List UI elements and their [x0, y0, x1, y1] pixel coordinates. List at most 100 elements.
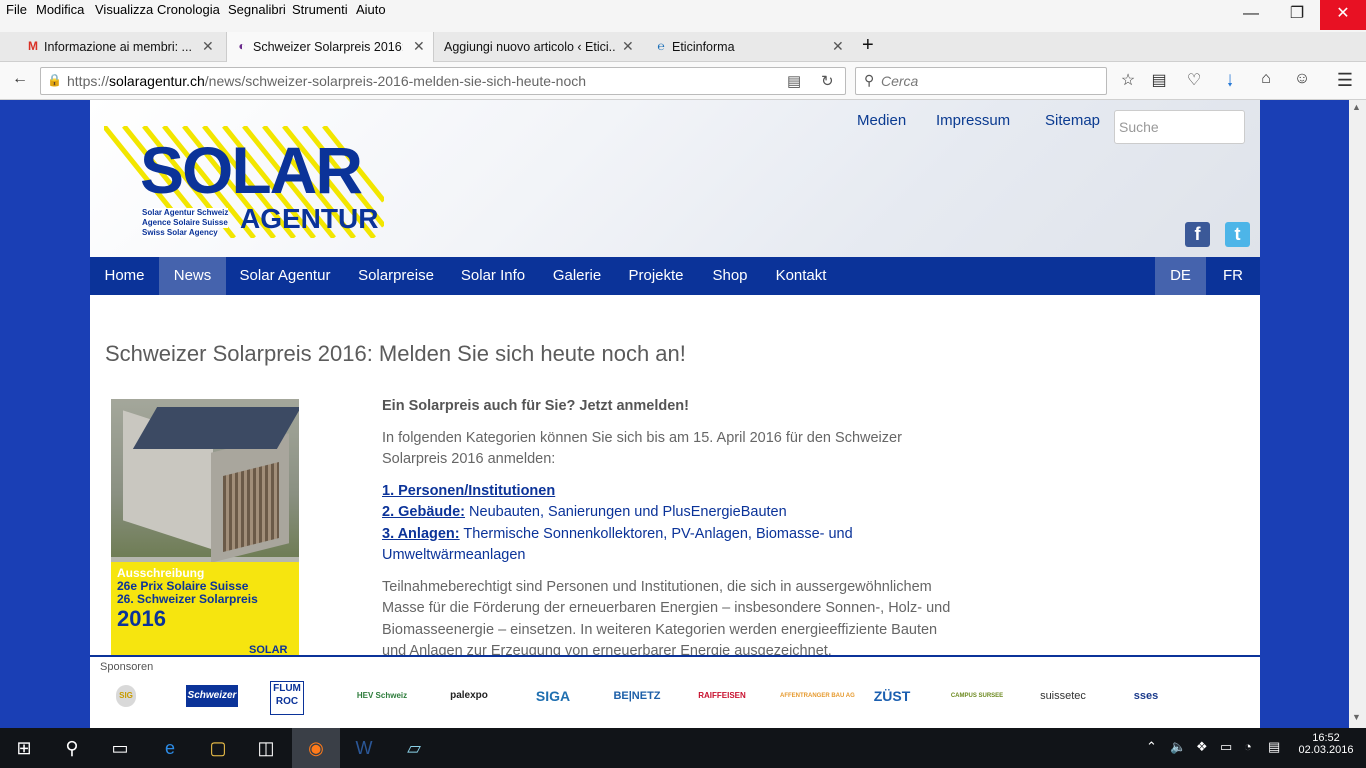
link-medien[interactable]: Medien: [857, 112, 906, 129]
dropbox-icon[interactable]: ❖: [1196, 739, 1208, 755]
sponsor-logo[interactable]: ZÜST: [864, 685, 920, 707]
scroll-down-icon[interactable]: ▼: [1352, 712, 1361, 722]
link-impressum[interactable]: Impressum: [936, 112, 1010, 129]
tab-gmail[interactable]: M Informazione ai membri: ... ✕: [18, 32, 224, 62]
menu-segnalibri[interactable]: Segnalibri: [228, 2, 286, 17]
vertical-scrollbar[interactable]: ▲ ▼: [1349, 100, 1366, 728]
tab-close-icon[interactable]: ✕: [413, 38, 425, 55]
hamburger-menu-icon[interactable]: ☰: [1334, 70, 1356, 91]
category-link-1[interactable]: 1. Personen/Institutionen: [382, 483, 555, 499]
sponsor-logo[interactable]: Schweizer: [186, 685, 238, 707]
site-header: SOLAR AGENTUR Solar Agentur Schweiz Agen…: [90, 100, 1260, 257]
tab-close-icon[interactable]: ✕: [202, 38, 214, 55]
wifi-icon[interactable]: ◔: [1244, 739, 1252, 754]
nav-kontakt[interactable]: Kontakt: [764, 257, 838, 295]
article-body: Ein Solarpreis auch für Sie? Jetzt anmel…: [382, 396, 962, 673]
navigation-toolbar: ← 🔒 https://solaragentur.ch/news/schweiz…: [0, 62, 1366, 100]
menu-modifica[interactable]: Modifica: [36, 2, 84, 17]
clock[interactable]: 16:52 02.03.2016: [1296, 732, 1356, 756]
sponsor-logo[interactable]: BE|NETZ: [608, 685, 666, 707]
window-close-button[interactable]: ✕: [1320, 0, 1366, 30]
category-link-2[interactable]: 2. Gebäude:: [382, 504, 465, 520]
sponsor-logo[interactable]: AFFENTRANGER BAU AG: [780, 685, 855, 707]
link-sitemap[interactable]: Sitemap: [1045, 112, 1100, 129]
word-icon[interactable]: W: [340, 728, 388, 768]
volume-icon[interactable]: 🔈: [1170, 739, 1186, 755]
bookmarks-list-icon[interactable]: ▤: [1148, 70, 1170, 90]
nav-home[interactable]: Home: [90, 257, 159, 295]
sponsor-logo[interactable]: SIGA: [526, 685, 580, 707]
edge-icon[interactable]: e: [146, 728, 194, 768]
nav-shop[interactable]: Shop: [696, 257, 764, 295]
sponsor-logo[interactable]: palexpo: [440, 685, 498, 707]
tab-close-icon[interactable]: ✕: [622, 38, 634, 55]
sponsor-logo[interactable]: SIG: [116, 685, 136, 707]
menu-cronologia[interactable]: Cronologia: [157, 2, 220, 17]
maximize-button[interactable]: ❐: [1274, 0, 1320, 30]
clock-time: 16:52: [1312, 732, 1340, 744]
category-link-3[interactable]: 3. Anlagen:: [382, 526, 460, 542]
reader-view-icon[interactable]: ▤: [787, 72, 801, 90]
logo-main-text: SOLAR: [140, 133, 363, 207]
tab-close-icon[interactable]: ✕: [832, 38, 844, 55]
sponsor-logo[interactable]: RAIFFEISEN: [696, 685, 748, 707]
downloads-icon[interactable]: 🠓: [1219, 70, 1241, 97]
article-title: Schweizer Solarpreis 2016: Melden Sie si…: [105, 341, 686, 366]
search-bar[interactable]: ⚲ Cerca: [855, 67, 1107, 95]
article-intro: In folgenden Kategorien können Sie sich …: [382, 429, 902, 468]
facebook-icon[interactable]: f: [1185, 222, 1210, 247]
sponsor-logo[interactable]: sses: [1120, 685, 1172, 707]
page-viewport: SOLAR AGENTUR Solar Agentur Schweiz Agen…: [0, 100, 1366, 728]
menu-visualizza[interactable]: Visualizza: [95, 2, 153, 17]
nav-news[interactable]: News: [159, 257, 226, 295]
search-icon[interactable]: ⚲: [48, 728, 96, 768]
lock-icon: 🔒: [47, 73, 62, 87]
nav-solar-agentur[interactable]: Solar Agentur: [226, 257, 344, 295]
tab-title: Eticinforma: [672, 40, 735, 54]
sponsor-logo[interactable]: suissetec: [1034, 685, 1092, 707]
app-icon[interactable]: ▱: [390, 728, 438, 768]
menu-file[interactable]: File: [6, 2, 27, 17]
site-search-input[interactable]: Suche: [1114, 110, 1245, 144]
menu-strumenti[interactable]: Strumenti: [292, 2, 348, 17]
home-icon[interactable]: ⌂: [1255, 70, 1277, 88]
site-favicon-icon: ◐: [238, 39, 246, 53]
reload-icon[interactable]: ↻: [821, 72, 834, 90]
notifications-icon[interactable]: ▤: [1268, 739, 1280, 755]
minimize-button[interactable]: —: [1228, 0, 1274, 30]
lang-fr[interactable]: FR: [1206, 257, 1260, 295]
solar-agentur-logo[interactable]: SOLAR AGENTUR Solar Agentur Schweiz Agen…: [104, 126, 384, 238]
nav-solarpreise[interactable]: Solarpreise: [344, 257, 448, 295]
scroll-up-icon[interactable]: ▲: [1352, 102, 1361, 112]
lang-de[interactable]: DE: [1155, 257, 1206, 295]
task-view-icon[interactable]: ▭: [96, 728, 144, 768]
tab-solarpreis[interactable]: ◐ Schweizer Solarpreis 2016: ... ✕: [226, 32, 434, 62]
tray-chevron-icon[interactable]: ⌃: [1146, 739, 1157, 755]
feedback-smiley-icon[interactable]: ☺: [1291, 70, 1313, 88]
store-icon[interactable]: ◫: [242, 728, 290, 768]
twitter-icon[interactable]: t: [1225, 222, 1250, 247]
pocket-icon[interactable]: ♡: [1183, 70, 1205, 90]
menu-aiuto[interactable]: Aiuto: [356, 2, 386, 17]
new-tab-button[interactable]: +: [862, 34, 886, 64]
tab-title: Informazione ai membri: ...: [44, 40, 192, 54]
battery-icon[interactable]: ▭: [1220, 739, 1232, 755]
firefox-icon[interactable]: ◉: [292, 728, 340, 768]
logo-line-1: Solar Agentur Schweiz: [142, 208, 229, 218]
bookmark-star-icon[interactable]: ☆: [1117, 70, 1139, 90]
url-text: https://solaragentur.ch/news/schweizer-s…: [67, 73, 587, 89]
windows-start-icon[interactable]: ⊞: [0, 728, 48, 768]
tab-eticinforma[interactable]: ℮ Eticinforma ✕: [646, 32, 854, 62]
url-bar[interactable]: 🔒 https://solaragentur.ch/news/schweizer…: [40, 67, 846, 95]
file-explorer-icon[interactable]: ▢: [194, 728, 242, 768]
sponsor-logo[interactable]: FLUMROC: [270, 681, 304, 715]
nav-projekte[interactable]: Projekte: [616, 257, 696, 295]
sponsor-logo[interactable]: CAMPUS SURSEE: [948, 685, 1006, 707]
back-icon[interactable]: ←: [9, 70, 31, 88]
sponsor-logo[interactable]: HEV Schweiz: [352, 685, 412, 707]
tab-aggiungi[interactable]: Aggiungi nuovo articolo ‹ Etici... ✕: [436, 32, 644, 62]
nav-solar-info[interactable]: Solar Info: [448, 257, 538, 295]
nav-galerie[interactable]: Galerie: [538, 257, 616, 295]
logo-line-3: Swiss Solar Agency: [142, 228, 218, 238]
article-paragraph: Teilnahmeberechtigt sind Personen und In…: [382, 578, 951, 660]
